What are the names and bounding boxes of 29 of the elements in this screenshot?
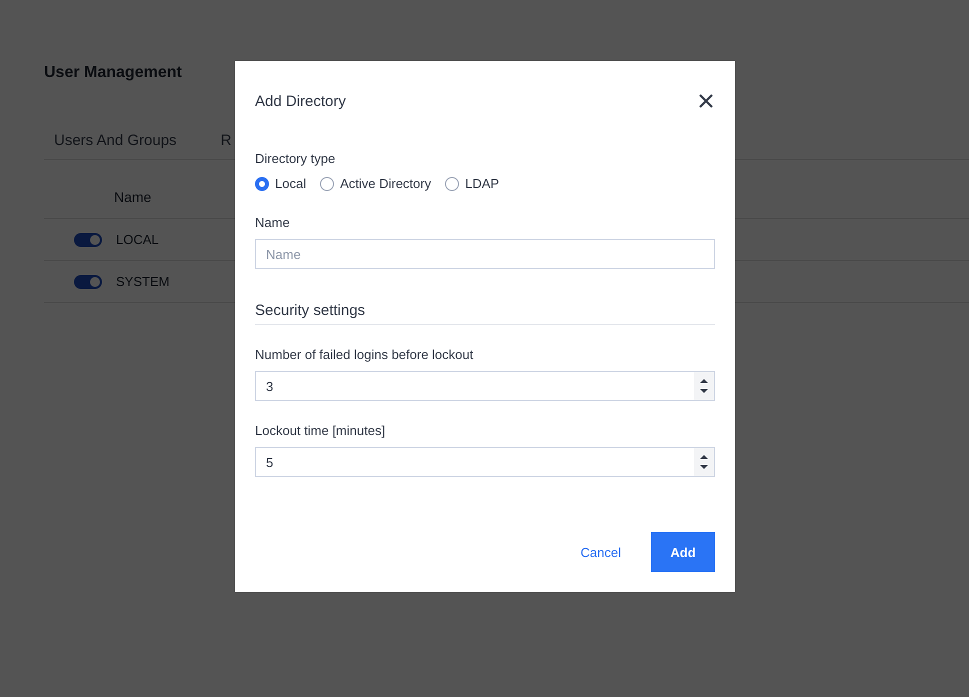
number-input[interactable]: 3 (255, 371, 715, 401)
radio-label[interactable]: Active Directory (340, 176, 432, 191)
toggle-switch[interactable] (74, 274, 102, 288)
radio-option[interactable]: Active Directory (320, 176, 432, 191)
number-input[interactable]: 5 (255, 447, 715, 477)
field-label: Name (255, 215, 291, 230)
radio-icon[interactable] (255, 176, 269, 190)
radio-icon[interactable] (320, 176, 334, 190)
table-cell: SYSTEM (116, 274, 170, 289)
spinner-icon[interactable] (694, 448, 714, 476)
radio-icon[interactable] (445, 176, 460, 190)
toggle-switch[interactable] (74, 232, 102, 246)
field-label: Directory type (255, 151, 336, 166)
field-label: Lockout time [minutes] (255, 423, 386, 438)
spinner-icon[interactable] (694, 372, 714, 400)
name-input[interactable]: Name (255, 239, 715, 269)
add-button[interactable]: Add (651, 532, 715, 572)
close-icon[interactable] (699, 94, 713, 108)
column-header: Name (114, 189, 152, 205)
dialog-title: Add Directory (255, 92, 346, 110)
page-title: User Management (44, 64, 183, 83)
cancel-button[interactable]: Cancel (580, 540, 621, 564)
radio-option[interactable]: Local (255, 176, 306, 191)
radio-option[interactable]: LDAP (445, 176, 500, 191)
radio-label[interactable]: LDAP (465, 176, 500, 191)
field-label: Number of failed logins before lockout (255, 347, 474, 362)
table-cell: LOCAL (116, 232, 159, 247)
radio-label[interactable]: Local (275, 176, 306, 191)
section-heading: Security settings (255, 302, 715, 325)
